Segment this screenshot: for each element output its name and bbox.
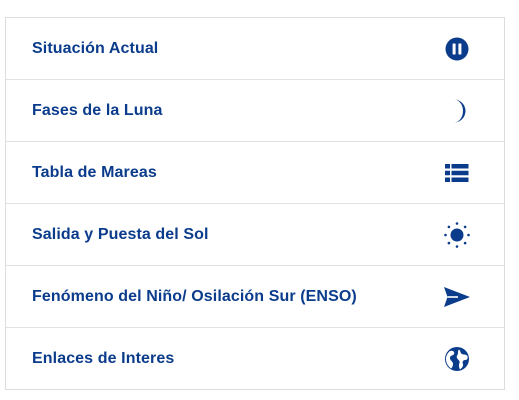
menu-item-enso[interactable]: Fenómeno del Niño/ Osilación Sur (ENSO) [6, 266, 504, 328]
sun-icon [442, 220, 472, 250]
moon-icon [442, 96, 472, 126]
menu-item-label: Salida y Puesta del Sol [32, 225, 209, 243]
menu-item-salida-puesta-sol[interactable]: Salida y Puesta del Sol [6, 204, 504, 266]
list-icon [442, 158, 472, 188]
menu-item-label: Enlaces de Interes [32, 349, 175, 367]
menu-item-label: Situación Actual [32, 39, 159, 57]
side-menu: Situación Actual Fases de la Luna Tabla … [5, 17, 505, 390]
pause-circle-icon [442, 34, 472, 64]
menu-item-tabla-mareas[interactable]: Tabla de Mareas [6, 142, 504, 204]
menu-item-label: Fenómeno del Niño/ Osilación Sur (ENSO) [32, 287, 357, 305]
globe-icon [442, 344, 472, 374]
menu-item-enlaces-interes[interactable]: Enlaces de Interes [6, 328, 504, 389]
menu-item-fases-luna[interactable]: Fases de la Luna [6, 80, 504, 142]
menu-item-label: Fases de la Luna [32, 101, 163, 119]
send-arrow-icon [442, 282, 472, 312]
menu-item-situacion-actual[interactable]: Situación Actual [6, 18, 504, 80]
menu-item-label: Tabla de Mareas [32, 163, 157, 181]
